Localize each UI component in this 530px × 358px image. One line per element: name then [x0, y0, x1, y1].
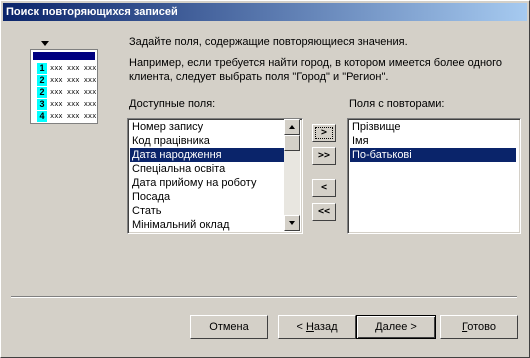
- illustration-row: 3 xxx xxx xxx: [37, 99, 97, 110]
- cancel-label: Отмена: [209, 321, 249, 333]
- separator: [11, 296, 517, 298]
- selected-fields-label: Поля с повторами:: [349, 98, 445, 110]
- scroll-thumb[interactable]: [284, 135, 300, 151]
- back-label: азад: [313, 321, 338, 333]
- list-item[interactable]: По-батькові: [350, 148, 516, 162]
- intro-example-line1: Например, если требуется найти город, в …: [129, 57, 503, 69]
- row-number: 2: [37, 75, 47, 86]
- next-label: алее >: [382, 321, 417, 333]
- intro-example-line2: клиента, следует выбрать поля "Город" и …: [129, 71, 389, 83]
- list-item[interactable]: Посада: [130, 190, 284, 204]
- row-number: 4: [37, 111, 47, 122]
- arrow-down-icon: [41, 41, 49, 46]
- list-item[interactable]: Номер запису: [130, 120, 284, 134]
- illustration-row: 1 xxx xxx xxx: [37, 63, 97, 74]
- back-mnemonic: Н: [305, 321, 314, 333]
- list-item[interactable]: Імя: [350, 134, 516, 148]
- cancel-button[interactable]: Отмена: [190, 315, 268, 339]
- remove-all-fields-button[interactable]: <<: [312, 203, 336, 221]
- finish-button[interactable]: Готово: [440, 315, 518, 339]
- row-cells: xxx xxx xxx: [50, 64, 97, 72]
- illustration-row: 2 xxx xxx xxx: [37, 75, 97, 86]
- back-button[interactable]: < Назад: [278, 315, 356, 339]
- list-item[interactable]: Дата прийому на роботу: [130, 176, 284, 190]
- arrow-up-icon: [289, 125, 295, 129]
- list-item[interactable]: Спеціальна освіта: [130, 162, 284, 176]
- add-field-button[interactable]: >: [312, 124, 336, 142]
- back-prefix: <: [296, 321, 306, 333]
- illustration-row: 4 xxx xxx xxx: [37, 111, 97, 122]
- row-number: 2: [37, 87, 47, 98]
- next-button[interactable]: Далее >: [356, 315, 436, 339]
- illustration-row: 2 xxx xxx xxx: [37, 87, 97, 98]
- window-title: Поиск повторяющихся записей: [6, 6, 178, 18]
- table-header-bar: [33, 52, 95, 60]
- row-cells: xxx xxx xxx: [50, 88, 97, 96]
- list-item[interactable]: Дата народження: [130, 148, 284, 162]
- arrow-down-icon: [289, 221, 295, 225]
- add-all-fields-button[interactable]: >>: [312, 147, 336, 165]
- selected-fields-list[interactable]: Прізвище Імя По-батькові: [347, 118, 521, 234]
- wizard-window: Поиск повторяющихся записей 1 xxx xxx xxx…: [0, 0, 530, 358]
- list-item[interactable]: Мінімальний оклад: [130, 218, 284, 232]
- row-number: 1: [37, 63, 47, 74]
- remove-field-button[interactable]: <: [312, 179, 336, 197]
- row-number: 3: [37, 99, 47, 110]
- available-fields-label: Доступные поля:: [129, 98, 216, 110]
- row-cells: xxx xxx xxx: [50, 100, 97, 108]
- finish-label: отово: [467, 321, 496, 333]
- title-bar: Поиск повторяющихся записей: [3, 3, 527, 21]
- duplicate-records-illustration: 1 xxx xxx xxx 2 xxx xxx xxx 2 xxx xxx xxx 3…: [30, 41, 98, 124]
- scroll-down-button[interactable]: [284, 215, 300, 231]
- row-cells: xxx xxx xxx: [50, 112, 97, 120]
- scroll-up-button[interactable]: [284, 119, 300, 135]
- row-cells: xxx xxx xxx: [50, 76, 97, 84]
- list-item[interactable]: Стать: [130, 204, 284, 218]
- list-item[interactable]: Код працівника: [130, 134, 284, 148]
- vertical-scrollbar[interactable]: [284, 119, 300, 231]
- available-fields-list[interactable]: Номер запису Код працівника Дата народже…: [127, 118, 303, 234]
- intro-instruction: Задайте поля, содержащие повторяющиеся з…: [129, 36, 408, 48]
- table-illustration: 1 xxx xxx xxx 2 xxx xxx xxx 2 xxx xxx xxx 3…: [30, 49, 98, 124]
- next-mnemonic: Д: [375, 321, 383, 333]
- list-item[interactable]: Прізвище: [350, 120, 516, 134]
